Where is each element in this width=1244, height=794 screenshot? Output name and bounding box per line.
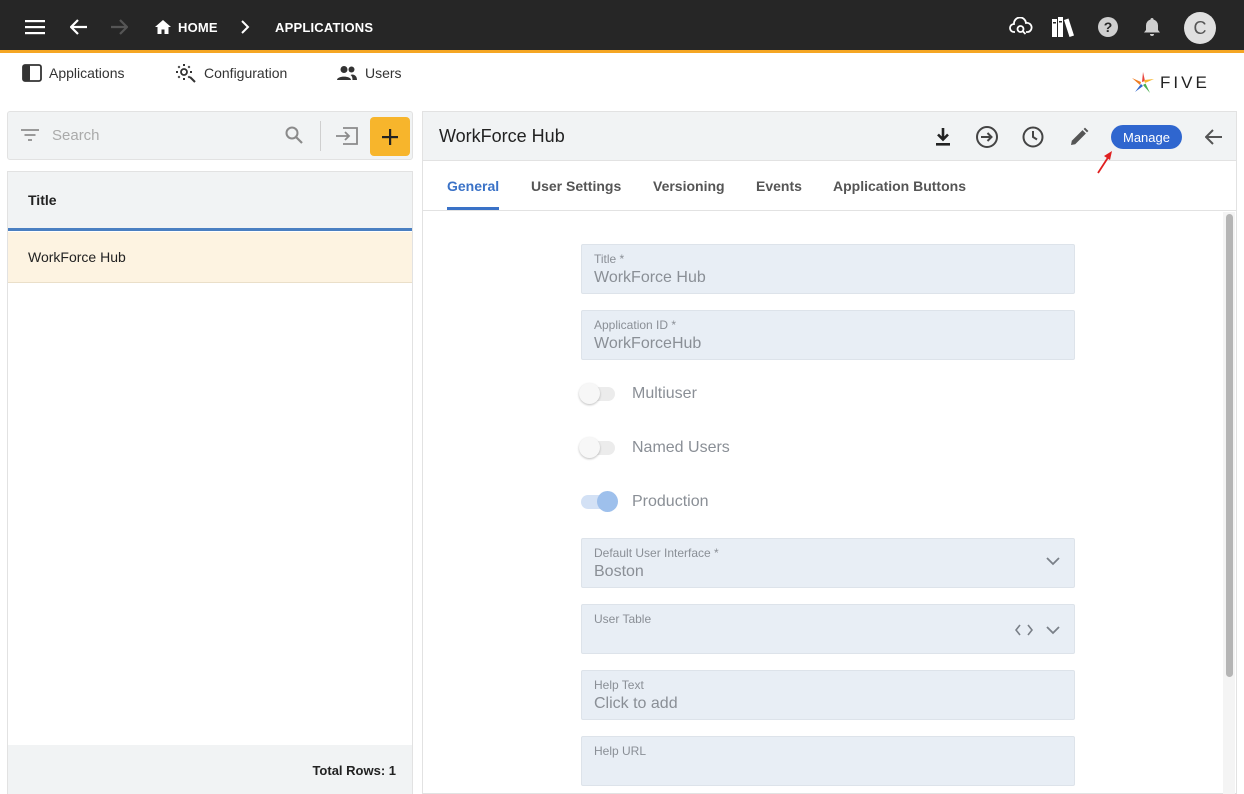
subnav-configuration-label: Configuration bbox=[204, 65, 288, 81]
search-icon[interactable] bbox=[285, 126, 303, 149]
application-form: WorkForce Hub Manage General User Settin… bbox=[422, 111, 1237, 794]
manage-button[interactable]: Manage bbox=[1111, 125, 1182, 149]
list-item-title: WorkForce Hub bbox=[28, 249, 126, 265]
default-user-interface-label: Default User Interface * bbox=[594, 546, 719, 560]
add-button[interactable] bbox=[370, 117, 410, 156]
avatar[interactable]: C bbox=[1184, 12, 1216, 44]
five-logo-text: FIVE bbox=[1160, 73, 1210, 92]
menu-icon[interactable] bbox=[22, 14, 48, 40]
svg-text:?: ? bbox=[1104, 19, 1113, 35]
search-divider bbox=[320, 121, 321, 151]
help-url-field[interactable]: Help URL bbox=[581, 736, 1075, 786]
back-arrow-icon[interactable] bbox=[1201, 124, 1227, 150]
list-item[interactable]: WorkForce Hub bbox=[8, 232, 412, 283]
filter-icon[interactable] bbox=[21, 128, 39, 147]
forward-arrow-icon[interactable] bbox=[106, 14, 132, 40]
help-text-label: Help Text bbox=[594, 678, 644, 692]
import-icon[interactable] bbox=[335, 126, 359, 151]
deploy-icon[interactable] bbox=[974, 124, 1000, 150]
default-user-interface-select[interactable]: Default User Interface * Boston bbox=[581, 538, 1075, 588]
default-user-interface-value: Boston bbox=[594, 563, 644, 580]
tab-general[interactable]: General bbox=[447, 178, 499, 194]
configuration-icon bbox=[176, 64, 196, 83]
title-field[interactable]: Title * WorkForce Hub bbox=[581, 244, 1075, 294]
help-url-label: Help URL bbox=[594, 744, 647, 758]
subnav-applications[interactable]: Applications bbox=[22, 62, 125, 84]
application-list: Title WorkForce Hub Total Rows: 1 bbox=[7, 171, 413, 794]
multiuser-toggle[interactable]: Multiuser bbox=[579, 383, 697, 404]
production-switch[interactable] bbox=[581, 491, 618, 512]
tab-user-settings[interactable]: User Settings bbox=[531, 178, 621, 194]
chevron-right-icon bbox=[232, 14, 258, 40]
tab-application-buttons[interactable]: Application Buttons bbox=[833, 178, 966, 194]
download-icon[interactable] bbox=[930, 124, 956, 150]
multiuser-switch[interactable] bbox=[579, 383, 615, 404]
chevron-down-icon[interactable] bbox=[1046, 557, 1060, 566]
multiuser-label: Multiuser bbox=[632, 385, 697, 402]
list-column-title[interactable]: Title bbox=[28, 192, 57, 208]
total-rows: Total Rows: 1 bbox=[312, 763, 396, 778]
library-icon[interactable] bbox=[1050, 14, 1076, 40]
subnav-users[interactable]: Users bbox=[336, 62, 402, 84]
active-tab-indicator bbox=[447, 207, 499, 210]
list-header[interactable]: Title bbox=[8, 172, 412, 231]
tab-events[interactable]: Events bbox=[756, 178, 802, 194]
application-id-field-label: Application ID * bbox=[594, 318, 677, 332]
code-icon[interactable] bbox=[1015, 624, 1033, 636]
help-icon[interactable]: ? bbox=[1095, 14, 1121, 40]
history-icon[interactable] bbox=[1020, 124, 1046, 150]
bell-icon[interactable] bbox=[1139, 14, 1165, 40]
title-field-value: WorkForce Hub bbox=[594, 269, 706, 286]
search-bar: Search bbox=[7, 111, 413, 160]
form-title: WorkForce Hub bbox=[439, 126, 565, 146]
form-scrollbar[interactable] bbox=[1223, 212, 1235, 794]
plus-icon bbox=[382, 128, 398, 145]
help-text-value: Click to add bbox=[594, 695, 678, 712]
production-toggle[interactable]: Production bbox=[581, 491, 709, 512]
user-table-label: User Table bbox=[594, 612, 652, 626]
production-label: Production bbox=[632, 493, 709, 510]
subnav-users-label: Users bbox=[365, 65, 402, 81]
home-icon[interactable] bbox=[150, 14, 176, 40]
application-id-field[interactable]: Application ID * WorkForceHub bbox=[581, 310, 1075, 360]
title-field-label: Title * bbox=[594, 252, 625, 266]
application-id-field-value: WorkForceHub bbox=[594, 335, 702, 352]
breadcrumb-current: APPLICATIONS bbox=[275, 20, 374, 35]
subnav-configuration[interactable]: Configuration bbox=[175, 62, 287, 84]
breadcrumb-home[interactable]: HOME bbox=[178, 20, 218, 35]
subnav-applications-label: Applications bbox=[49, 65, 125, 81]
tab-versioning[interactable]: Versioning bbox=[653, 178, 725, 194]
five-logo-icon bbox=[1132, 72, 1154, 93]
chevron-down-icon[interactable] bbox=[1046, 626, 1060, 635]
applications-icon bbox=[22, 64, 42, 82]
top-bar: HOME APPLICATIONS ? C bbox=[0, 0, 1244, 53]
back-arrow-icon[interactable] bbox=[66, 14, 92, 40]
help-text-field[interactable]: Help Text Click to add bbox=[581, 670, 1075, 720]
named-users-label: Named Users bbox=[632, 439, 730, 456]
user-table-select[interactable]: User Table bbox=[581, 604, 1075, 654]
search-input[interactable]: Search bbox=[52, 127, 100, 144]
form-tabs: General User Settings Versioning Events … bbox=[423, 161, 1236, 211]
users-icon bbox=[337, 66, 357, 80]
five-logo: FIVE bbox=[1130, 70, 1210, 96]
list-footer: Total Rows: 1 bbox=[8, 745, 412, 794]
named-users-switch[interactable] bbox=[579, 437, 615, 458]
named-users-toggle[interactable]: Named Users bbox=[579, 437, 730, 458]
scrollbar-thumb[interactable] bbox=[1226, 214, 1233, 677]
edit-icon[interactable] bbox=[1066, 124, 1092, 150]
cloud-search-icon[interactable] bbox=[1008, 14, 1034, 40]
